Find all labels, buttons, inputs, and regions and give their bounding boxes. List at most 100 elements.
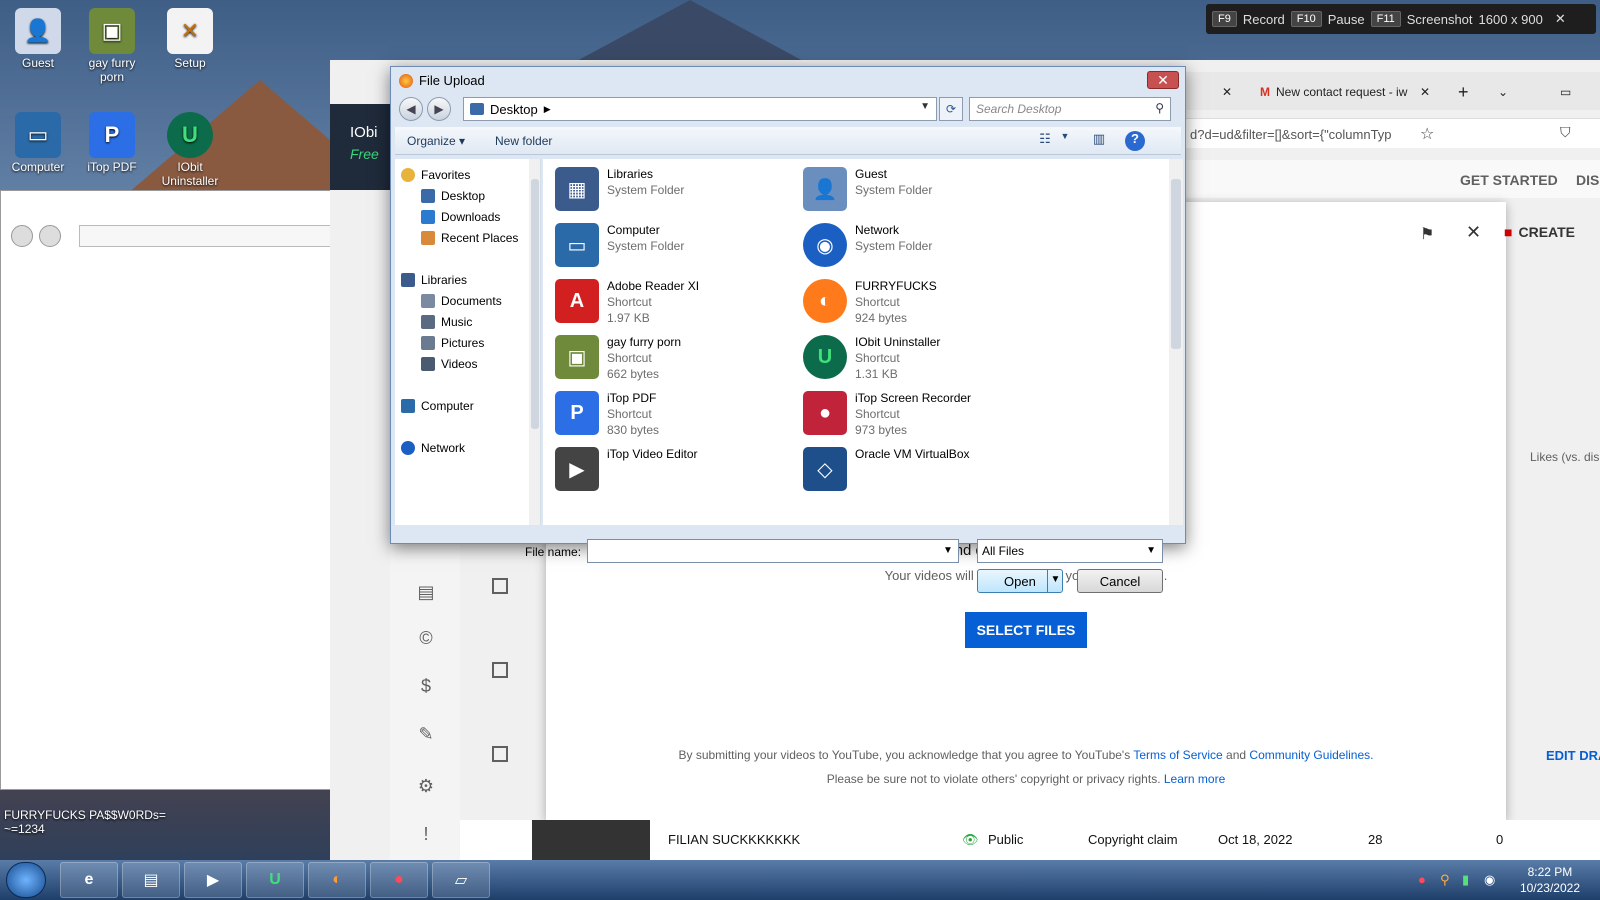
- desktop-icon-gay-furry-porn[interactable]: ▣ gay furry porn: [76, 8, 148, 84]
- file-item-guest[interactable]: 👤 Guest System Folder: [799, 163, 1039, 215]
- firefox-icon[interactable]: ◐: [308, 862, 366, 898]
- nav-item-recent-places[interactable]: Recent Places: [421, 228, 540, 248]
- file-item-itop-pdf[interactable]: P iTop PDF Shortcut 830 bytes: [551, 387, 791, 439]
- settings-gear-icon[interactable]: ⚙: [416, 776, 436, 796]
- customization-icon[interactable]: ✎: [416, 724, 436, 744]
- new-tab-icon[interactable]: +: [1458, 78, 1469, 106]
- close-icon[interactable]: ✕: [1466, 222, 1481, 243]
- get-started-link[interactable]: GET STARTED: [1460, 172, 1558, 188]
- nav-item-pictures[interactable]: Pictures: [421, 333, 540, 353]
- forward-button[interactable]: ▶: [427, 97, 451, 121]
- chevron-down-icon[interactable]: ▼: [943, 545, 953, 556]
- feedback-icon[interactable]: ⚑: [1420, 224, 1434, 244]
- desktop-icon-guest[interactable]: 👤 Guest: [2, 8, 74, 70]
- open-dropdown-icon[interactable]: ▼: [1047, 569, 1063, 593]
- pocket-icon[interactable]: ⛉: [1560, 124, 1571, 141]
- url-bar[interactable]: d?d=ud&filter=[]&sort={"columnTyp: [1180, 118, 1600, 148]
- nav-forward-button[interactable]: [39, 225, 61, 247]
- uninstaller-icon[interactable]: U: [246, 862, 304, 898]
- select-files-button[interactable]: SELECT FILES: [965, 612, 1087, 648]
- desktop-icon-setup[interactable]: ✕ Setup: [154, 8, 226, 70]
- browser-tab-gmail[interactable]: M New contact request - iw: [1260, 78, 1432, 106]
- organize-button[interactable]: Organize ▾: [407, 134, 465, 148]
- subtitles-icon[interactable]: ▤: [416, 582, 436, 602]
- community-guidelines-link[interactable]: Community Guidelines.: [1249, 748, 1373, 762]
- file-item-libraries[interactable]: ▦ Libraries System Folder: [551, 163, 791, 215]
- chevron-right-icon[interactable]: ▶: [544, 104, 551, 115]
- pause-key[interactable]: F10: [1290, 11, 1322, 27]
- video-title[interactable]: FILIAN SUCKKKKKKK: [668, 832, 800, 847]
- chevron-down-icon[interactable]: ▼: [1055, 131, 1075, 151]
- feedback-icon[interactable]: !: [416, 824, 436, 844]
- file-item-itop-screen-recorder[interactable]: ● iTop Screen Recorder Shortcut 973 byte…: [799, 387, 1039, 439]
- checkbox[interactable]: [492, 578, 508, 594]
- cancel-button[interactable]: Cancel: [1077, 569, 1163, 593]
- chevron-down-icon[interactable]: ▼: [920, 101, 930, 112]
- file-item-iobit-uninstaller[interactable]: U IObit Uninstaller Shortcut 1.31 KB: [799, 331, 1039, 383]
- nav-item-documents[interactable]: Documents: [421, 291, 540, 311]
- nav-item-videos[interactable]: Videos: [421, 354, 540, 374]
- system-clock[interactable]: 8:22 PM 10/23/2022: [1520, 864, 1580, 896]
- search-icon[interactable]: ⚲: [1155, 101, 1164, 115]
- file-item-network[interactable]: ◉ Network System Folder: [799, 219, 1039, 271]
- table-row[interactable]: FILIAN SUCKKKKKKK 👁 Public Copyright cla…: [460, 820, 1600, 860]
- media-player-icon[interactable]: ▶: [184, 862, 242, 898]
- file-explorer-icon[interactable]: ▤: [122, 862, 180, 898]
- tray-recorder-icon[interactable]: ●: [1418, 872, 1426, 887]
- copyright-icon[interactable]: ©: [416, 628, 436, 648]
- nav-item-favorites[interactable]: Favorites: [401, 165, 537, 185]
- tray-volume-icon[interactable]: ◉: [1484, 872, 1495, 888]
- nav-back-button[interactable]: [11, 225, 33, 247]
- close-button[interactable]: ✕: [1147, 71, 1179, 89]
- nav-item-downloads[interactable]: Downloads: [421, 207, 540, 227]
- screen-recorder-icon[interactable]: ●: [370, 862, 428, 898]
- desktop-icon-computer[interactable]: ▭ Computer: [2, 112, 74, 174]
- minimize-icon[interactable]: ▭: [1560, 78, 1571, 106]
- search-input[interactable]: Search Desktop ⚲: [969, 97, 1171, 121]
- nav-item-computer[interactable]: Computer: [401, 396, 537, 416]
- nav-scrollbar-thumb[interactable]: [531, 179, 539, 429]
- preview-pane-icon[interactable]: ▥: [1089, 131, 1109, 151]
- screenshot-key[interactable]: F11: [1370, 11, 1401, 27]
- file-list-scrollbar-thumb[interactable]: [1171, 179, 1181, 349]
- view-options-icon[interactable]: ☷: [1035, 131, 1055, 151]
- tray-network-icon[interactable]: ▮: [1462, 872, 1469, 888]
- internet-explorer-icon[interactable]: e: [60, 862, 118, 898]
- file-type-select[interactable]: All Files ▼: [977, 539, 1163, 563]
- path-segment-desktop[interactable]: Desktop: [490, 102, 538, 117]
- create-button[interactable]: ■ CREATE: [1504, 224, 1575, 240]
- bookmark-star-icon[interactable]: ☆: [1420, 124, 1434, 144]
- back-button[interactable]: ◀: [399, 97, 423, 121]
- checkbox[interactable]: [492, 746, 508, 762]
- file-item-itop-video-editor[interactable]: ▶ iTop Video Editor: [551, 443, 791, 495]
- learn-more-link[interactable]: Learn more: [1164, 772, 1225, 786]
- file-name-input[interactable]: [587, 539, 959, 563]
- checkbox[interactable]: [492, 662, 508, 678]
- notepad-icon[interactable]: ▱: [432, 862, 490, 898]
- screenshot-label[interactable]: Screenshot: [1407, 12, 1473, 27]
- desktop-icon-itop-pdf[interactable]: P iTop PDF: [76, 112, 148, 174]
- edit-draft-link[interactable]: EDIT DRA: [1546, 748, 1600, 763]
- dis-link[interactable]: DIS: [1576, 172, 1599, 188]
- nav-item-network[interactable]: Network: [401, 438, 537, 458]
- chevron-down-icon[interactable]: ⌄: [1498, 78, 1508, 106]
- file-item-oracle-vm-virtualbox[interactable]: ◇ Oracle VM VirtualBox: [799, 443, 1039, 495]
- tab-close-icon[interactable]: ✕: [1420, 78, 1430, 106]
- new-folder-button[interactable]: New folder: [495, 134, 552, 148]
- file-item-adobe-reader[interactable]: A Adobe Reader XI Shortcut 1.97 KB: [551, 275, 791, 327]
- file-item-gay-furry-porn[interactable]: ▣ gay furry porn Shortcut 662 bytes: [551, 331, 791, 383]
- refresh-button[interactable]: ⟳: [939, 97, 963, 121]
- nav-item-libraries[interactable]: Libraries: [401, 270, 537, 290]
- close-icon[interactable]: ✕: [1555, 11, 1566, 27]
- record-label[interactable]: Record: [1243, 12, 1285, 27]
- pause-label[interactable]: Pause: [1328, 12, 1365, 27]
- start-button[interactable]: [6, 862, 46, 898]
- desktop-icon-iobit-uninstaller[interactable]: U IObit Uninstaller: [154, 112, 226, 188]
- nav-item-music[interactable]: Music: [421, 312, 540, 332]
- terms-of-service-link[interactable]: Terms of Service: [1133, 748, 1222, 762]
- monetization-icon[interactable]: $: [416, 676, 436, 696]
- file-item-furryfucks[interactable]: ◐ FURRYFUCKS Shortcut 924 bytes: [799, 275, 1039, 327]
- help-icon[interactable]: ?: [1125, 131, 1145, 151]
- tab-close-icon[interactable]: ✕: [1222, 78, 1232, 106]
- file-item-computer[interactable]: ▭ Computer System Folder: [551, 219, 791, 271]
